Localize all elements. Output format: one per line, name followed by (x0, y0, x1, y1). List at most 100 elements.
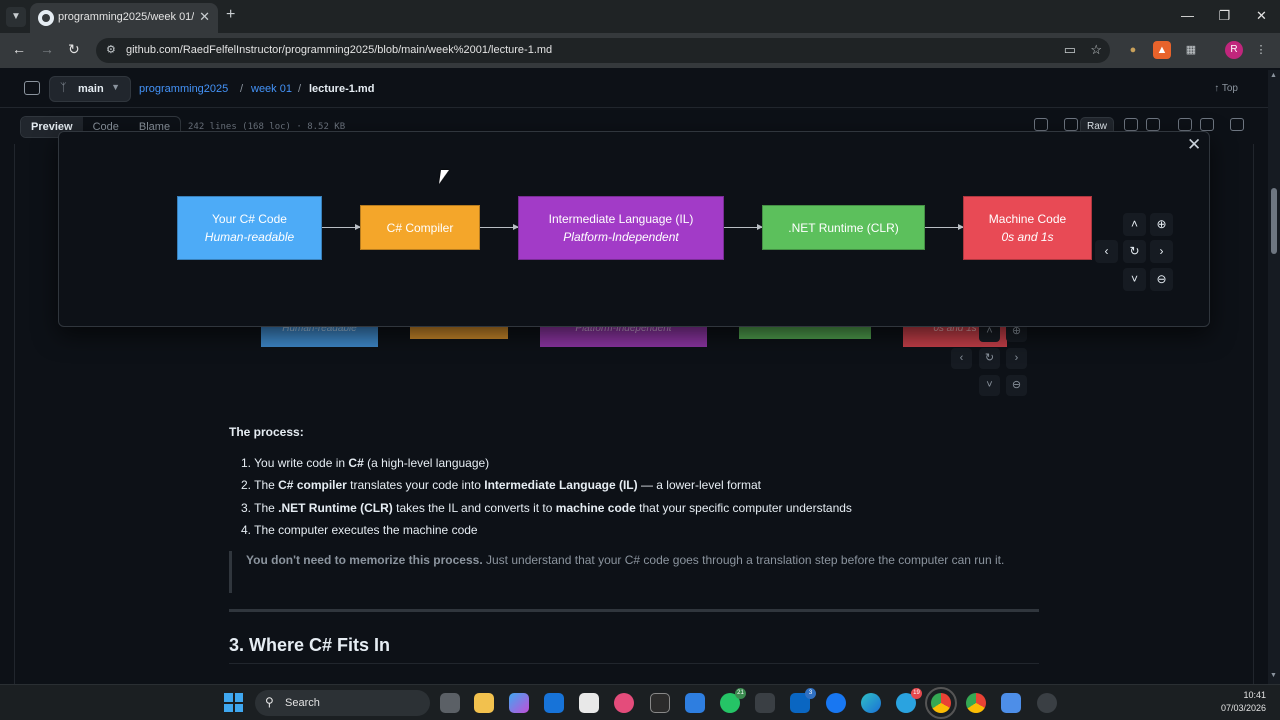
tab-close-icon[interactable]: ✕ (199, 9, 210, 25)
window-close-icon[interactable]: ✕ (1243, 0, 1280, 33)
node-title: Intermediate Language (IL) (548, 212, 694, 226)
breadcrumb-file: lecture-1.md (309, 83, 375, 95)
tab-search-chevron-icon[interactable]: ▼ (6, 7, 26, 27)
taskbar-search[interactable]: ⚲ Search (255, 690, 430, 716)
pan-left-icon[interactable]: ‹ (1095, 240, 1118, 263)
minimize-icon[interactable]: — (1169, 0, 1206, 33)
zoom-in-icon[interactable]: ⊕ (1150, 213, 1173, 236)
windows-taskbar: ⚲ Search 21 3 19 10:41 07/03/2026 (0, 684, 1280, 720)
list-item-text: (a high-level language) (363, 456, 490, 470)
notepad-icon[interactable] (579, 693, 599, 713)
breadcrumb-separator: / (240, 83, 244, 95)
horizontal-rule (229, 609, 1039, 612)
chevron-down-icon: ▼ (111, 82, 120, 92)
list-item-emphasis: Intermediate Language (IL) (484, 478, 638, 492)
top-link[interactable]: ↑ Top (1214, 83, 1238, 94)
app-icon[interactable] (614, 693, 634, 713)
whatsapp-icon[interactable]: 21 (720, 688, 746, 713)
section-heading: 3. Where C# Fits In (229, 635, 391, 655)
list-item-text: You write code in (254, 456, 349, 470)
outlook-icon[interactable] (544, 693, 564, 713)
node-subtitle: 0s and 1s (1001, 230, 1054, 244)
todo-icon[interactable] (685, 693, 705, 713)
breadcrumb-repo[interactable]: programming2025 (139, 83, 228, 95)
edit-pencil-icon[interactable] (1178, 118, 1192, 131)
task-view-icon[interactable] (440, 693, 460, 713)
back-icon[interactable]: ← (12, 41, 26, 57)
bg-pan-left-icon[interactable]: ‹ (951, 348, 972, 369)
bg-pan-down-icon[interactable]: ˅ (979, 375, 1000, 396)
chrome-profile-icon[interactable] (966, 693, 986, 713)
outline-list-icon[interactable] (1230, 118, 1244, 131)
terminal-icon[interactable] (755, 693, 775, 713)
scroll-up-icon[interactable]: ▲ (1270, 72, 1277, 79)
chrome-icon[interactable] (925, 687, 957, 719)
edit-chevron-icon[interactable] (1200, 118, 1214, 131)
file-header: ᛉ main ▼ programming2025 / week 01 / lec… (0, 70, 1268, 108)
list-item: 3. The .NET Runtime (CLR) takes the IL a… (241, 501, 852, 515)
heading-underline (229, 663, 1039, 664)
site-info-icon[interactable]: ⚙ (106, 43, 116, 56)
node-title: C# Compiler (386, 220, 454, 235)
new-tab-button[interactable]: + (226, 6, 235, 24)
recording-app-icon[interactable] (1037, 693, 1057, 713)
windows-start-icon[interactable] (224, 693, 243, 712)
scroll-thumb[interactable] (1271, 188, 1277, 254)
github-icon (38, 10, 54, 26)
ai-app-icon[interactable] (650, 693, 670, 713)
diagram-arrow (322, 224, 361, 230)
facebook-icon[interactable] (826, 693, 846, 713)
copy-icon[interactable] (1124, 118, 1138, 131)
bg-zoom-out-icon[interactable]: ⊖ (1006, 375, 1027, 396)
list-item-number: 2. (241, 478, 255, 492)
reload-icon[interactable]: ↻ (68, 41, 80, 58)
forward-icon[interactable]: → (40, 41, 54, 57)
restore-icon[interactable]: ❐ (1206, 0, 1243, 33)
browser-tab-bar: ▼ programming2025/week 01/lec ✕ + — ❐ ✕ (0, 0, 1280, 33)
list-item-text: takes the IL and converts it to (392, 501, 556, 515)
diagram-node-runtime: .NET Runtime (CLR) (762, 205, 925, 250)
browser-menu-icon[interactable]: ⋮ (1252, 41, 1270, 59)
pan-right-icon[interactable]: › (1150, 240, 1173, 263)
bg-reset-icon[interactable]: ↻ (979, 348, 1000, 369)
edge-icon[interactable] (861, 693, 881, 713)
reset-icon[interactable]: ↻ (1123, 240, 1146, 263)
bg-pan-right-icon[interactable]: › (1006, 348, 1027, 369)
diagram-node-il: Intermediate Language (IL) Platform-Inde… (518, 196, 724, 260)
breadcrumb-folder[interactable]: week 01 (251, 83, 292, 95)
zoom-out-icon[interactable]: ⊖ (1150, 268, 1173, 291)
install-app-icon[interactable]: ▭ (1064, 42, 1076, 58)
profile-avatar[interactable]: R (1225, 41, 1243, 59)
clock-time: 10:41 (1243, 690, 1266, 700)
list-item-text: translates your code into (346, 478, 485, 492)
pan-down-icon[interactable]: ˅ (1123, 268, 1146, 291)
code-view-icon[interactable] (1064, 118, 1078, 131)
extensions-puzzle-icon[interactable]: ▦ (1182, 41, 1200, 59)
telegram-icon[interactable]: 19 (896, 688, 922, 713)
top-link-label: Top (1221, 83, 1238, 94)
linkedin-icon[interactable]: 3 (790, 688, 816, 713)
breadcrumb-separator: / (298, 83, 302, 95)
pan-up-icon[interactable]: ˄ (1123, 213, 1146, 236)
brave-shield-icon[interactable]: ▲ (1153, 41, 1171, 59)
diagram-arrow (925, 224, 964, 230)
browser-tab[interactable]: programming2025/week 01/lec ✕ (30, 3, 218, 33)
list-item-text: The (254, 478, 279, 492)
node-title: .NET Runtime (CLR) (788, 220, 899, 235)
bookmark-star-icon[interactable]: ☆ (1090, 42, 1102, 58)
extension-icon[interactable]: ● (1124, 41, 1142, 59)
taskbar-clock[interactable]: 10:41 07/03/2026 (1221, 689, 1266, 715)
page-scrollbar[interactable]: ▲ ▼ (1268, 70, 1280, 684)
url-bar[interactable]: ⚙ github.com/RaedFelfelInstructor/progra… (96, 38, 1110, 63)
download-icon[interactable] (1146, 118, 1160, 131)
sidebar-toggle-icon[interactable] (24, 81, 40, 95)
list-item: 2. The C# compiler translates your code … (241, 478, 761, 492)
node-title: Your C# Code (212, 212, 287, 226)
copilot-app-icon[interactable] (509, 693, 529, 713)
close-icon[interactable]: ✕ (1187, 135, 1201, 155)
file-explorer-icon[interactable] (474, 693, 494, 713)
branch-selector[interactable]: ᛉ main ▼ (49, 76, 131, 102)
copilot-icon[interactable] (1034, 118, 1048, 131)
scroll-down-icon[interactable]: ▼ (1270, 672, 1277, 679)
notes-icon[interactable] (1001, 693, 1021, 713)
